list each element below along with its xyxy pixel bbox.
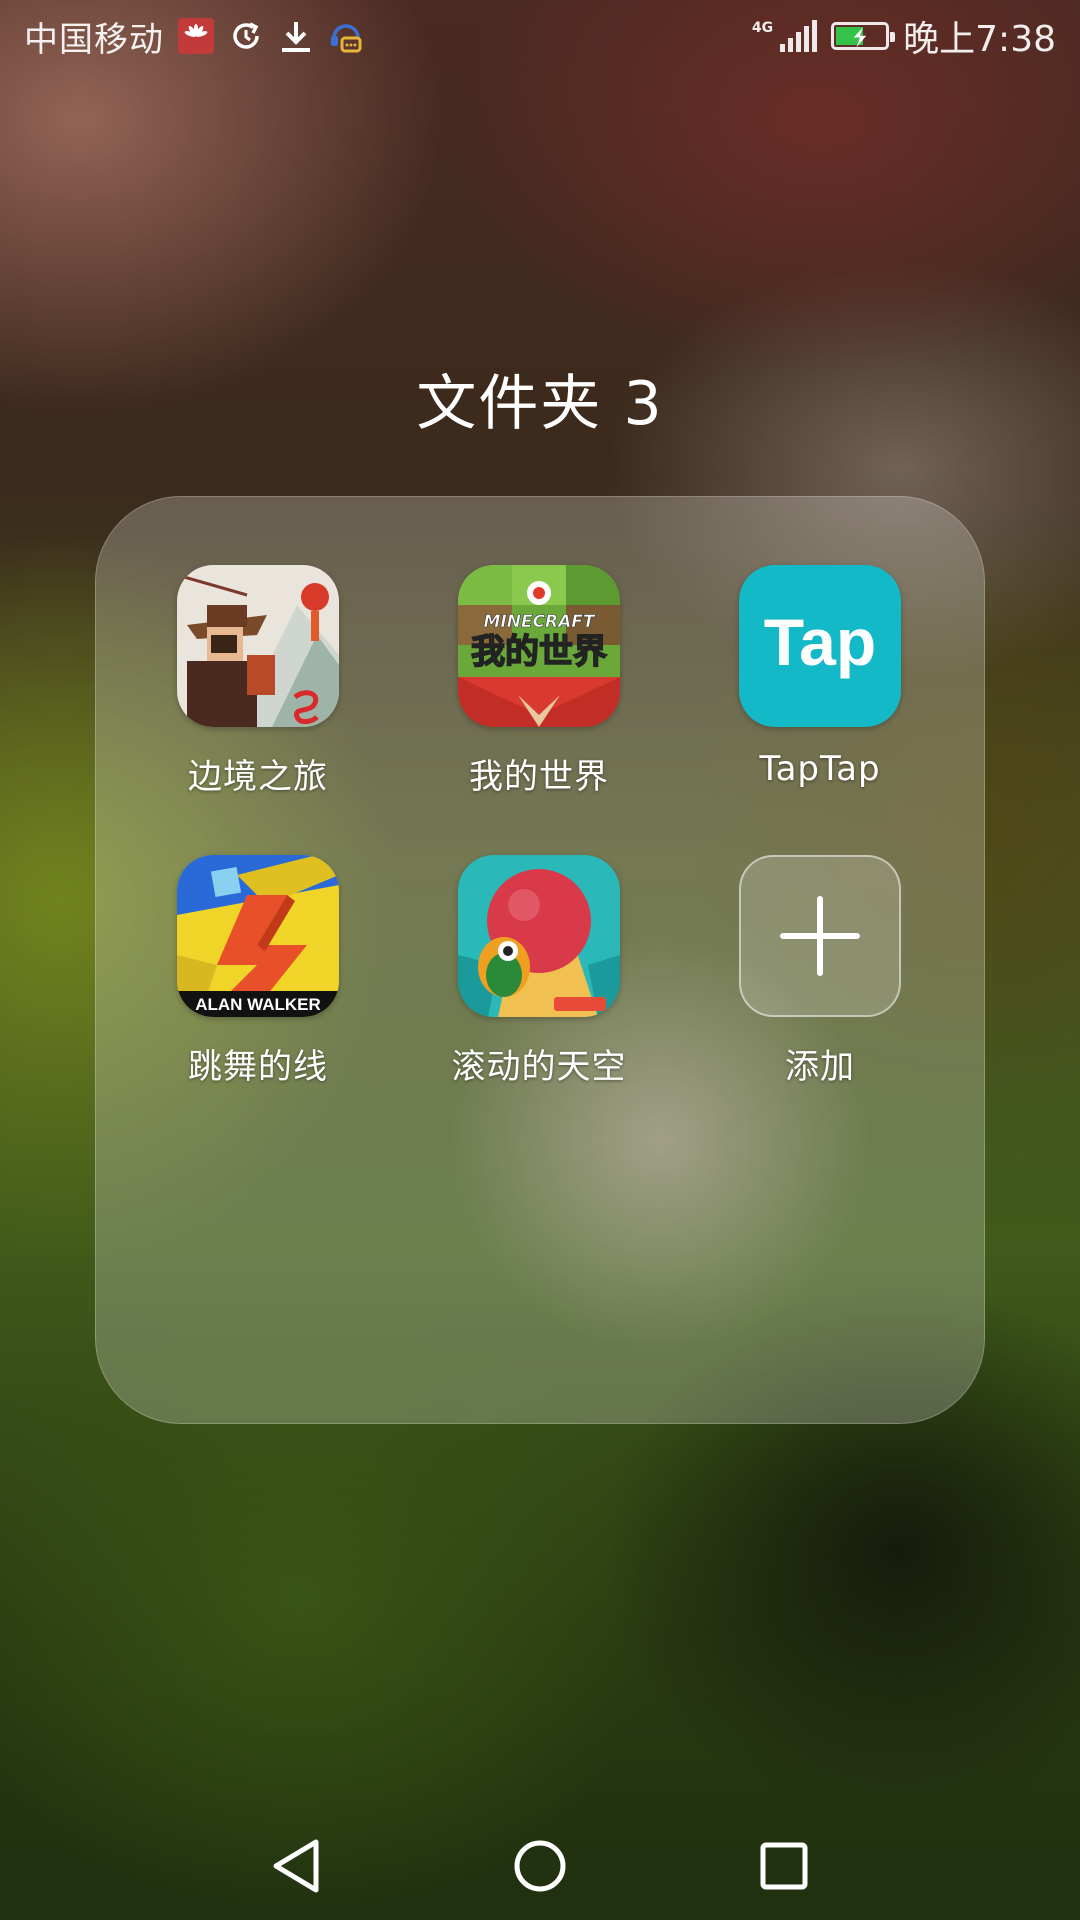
status-bar: 中国移动 4G 晚上7:38 <box>0 0 1080 72</box>
huawei-icon <box>178 18 214 54</box>
clock: 晚上7:38 <box>903 19 1056 60</box>
app-taptap[interactable]: Tap TapTap <box>700 565 940 789</box>
download-icon <box>278 18 314 54</box>
minecraft-app-icon: MINECRAFT 我的世界 <box>458 565 620 727</box>
home-button[interactable] <box>506 1832 574 1900</box>
app-minecraft[interactable]: MINECRAFT 我的世界 我的世界 <box>419 565 659 798</box>
minecraft-logo-title: 我的世界 <box>471 632 607 672</box>
back-icon <box>273 1839 319 1893</box>
status-left: 中国移动 <box>24 12 364 61</box>
alan-walker-text: ALAN WALKER <box>195 995 321 1014</box>
app-bianjing[interactable]: 边境之旅 <box>138 565 378 798</box>
add-icon <box>739 855 901 1017</box>
app-label: 边境之旅 <box>188 757 328 797</box>
taptap-app-icon: Tap <box>739 565 901 727</box>
message-icon <box>328 18 364 54</box>
add-label: 添加 <box>785 1047 855 1087</box>
recents-button[interactable] <box>750 1832 818 1900</box>
carrier-name: 中国移动 <box>24 19 164 60</box>
network-type: 4G <box>751 20 774 36</box>
app-dancing-line[interactable]: ALAN WALKER 跳舞的线 <box>138 855 378 1088</box>
dancing-line-app-icon: ALAN WALKER <box>177 855 339 1017</box>
home-icon <box>514 1840 566 1892</box>
navigation-bar <box>0 1812 1080 1920</box>
status-right: 4G 晚上7:38 <box>752 10 1056 62</box>
charging-bolt-icon <box>853 27 867 48</box>
signal-icon: 4G <box>751 20 818 52</box>
app-label: 跳舞的线 <box>188 1047 328 1087</box>
app-label: 滚动的天空 <box>451 1047 627 1087</box>
battery-icon <box>831 22 896 50</box>
app-label: 我的世界 <box>469 757 609 797</box>
folder-panel: 边境之旅 MINECRAFT 我的世界 我的世界 Tap TapTap ALAN… <box>95 496 985 1424</box>
folder-title[interactable]: 文件夹 3 <box>0 355 1080 442</box>
sync-icon <box>228 18 264 54</box>
add-app-button[interactable]: 添加 <box>700 855 940 1088</box>
bianjing-app-icon <box>177 565 339 727</box>
recents-icon <box>760 1842 808 1890</box>
app-rolling-sky[interactable]: 滚动的天空 <box>419 855 659 1088</box>
rolling-sky-app-icon <box>458 855 620 1017</box>
app-label: TapTap <box>759 749 881 789</box>
back-button[interactable] <box>262 1832 330 1900</box>
minecraft-logo-text: MINECRAFT <box>483 612 595 632</box>
taptap-logo-text: Tap <box>764 605 876 679</box>
